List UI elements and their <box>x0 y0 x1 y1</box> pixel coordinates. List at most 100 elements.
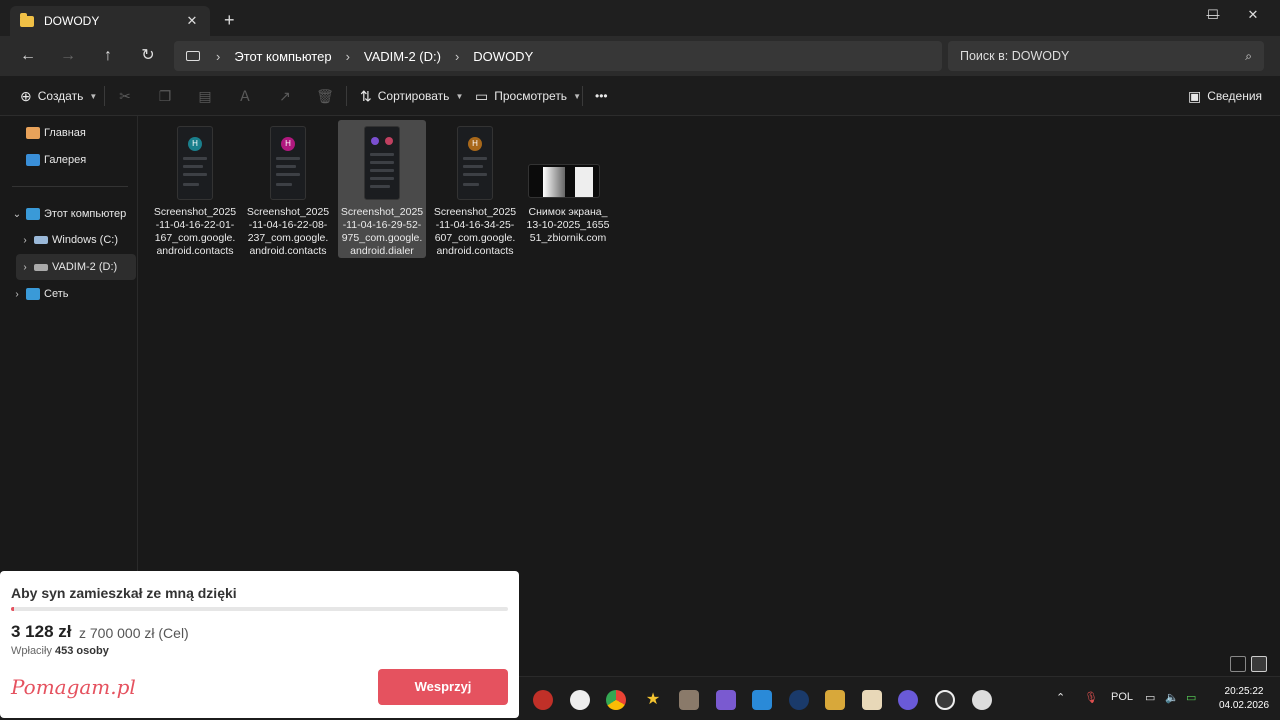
search-input[interactable]: Поиск в: DOWODY <box>960 49 1245 63</box>
star-icon[interactable]: ★ <box>643 690 663 710</box>
file-name: Screenshot_2025-11-04-16-29-52-975_com.g… <box>340 206 424 257</box>
chevron-right-icon[interactable]: › <box>16 235 34 246</box>
tab-dowody[interactable]: DOWODY ✕ <box>10 6 210 36</box>
chevron-right-icon[interactable]: › <box>8 289 26 300</box>
file-item[interactable]: H Screenshot_2025-11-04-16-22-08-237_com… <box>244 120 332 258</box>
view-label: Просмотреть <box>494 89 568 103</box>
refresh-button[interactable]: ↻ <box>136 44 160 68</box>
file-item[interactable]: H Screenshot_2025-11-04-16-34-25-607_com… <box>431 120 519 258</box>
chevron-right-icon: › <box>345 48 350 64</box>
file-item[interactable]: Снимок экрана_13-10-2025_165551_zbiornik… <box>524 120 612 258</box>
network-icon <box>26 288 40 300</box>
support-button[interactable]: Wesprzyj <box>378 669 508 705</box>
file-name: Screenshot_2025-11-04-16-22-08-237_com.g… <box>246 206 330 257</box>
create-button[interactable]: ⊕ Создать ▼ <box>20 86 97 106</box>
sort-label: Сортировать <box>377 89 450 103</box>
sort-button[interactable]: ⇅ Сортировать ▼ <box>360 86 463 106</box>
app-icon[interactable] <box>570 690 590 710</box>
battery-icon[interactable]: ▭ <box>1186 691 1196 704</box>
title-bar: DOWODY ✕ + — ☐ ✕ <box>0 0 1280 36</box>
image-thumbnail <box>364 126 400 200</box>
app-icon[interactable] <box>935 690 955 710</box>
app-icon[interactable] <box>825 690 845 710</box>
file-item[interactable]: H Screenshot_2025-11-04-16-22-01-167_com… <box>151 120 239 258</box>
avatar: H <box>281 137 295 151</box>
chevron-down-icon: ▼ <box>455 91 464 101</box>
chrome-icon[interactable] <box>606 690 626 710</box>
network-status-icon[interactable]: ▭ <box>1145 691 1155 704</box>
view-icon: ▭ <box>475 87 489 104</box>
app-icon[interactable] <box>716 690 736 710</box>
app-icon[interactable] <box>533 690 553 710</box>
donor-count: Wpłaciły 453 osoby <box>11 645 109 657</box>
plus-circle-icon: ⊕ <box>20 87 32 104</box>
sidebar-item-network[interactable]: › Сеть <box>8 281 136 307</box>
microphone-icon[interactable]: 🎙 <box>1084 691 1098 704</box>
details-label: Сведения <box>1207 89 1263 103</box>
progress-fill <box>11 607 14 611</box>
more-options-button[interactable]: ••• <box>595 86 608 106</box>
goal-amount: z 700 000 zł (Cel) <box>79 625 189 641</box>
avatar <box>371 137 379 145</box>
clock[interactable]: 20:25:22 04.02.2026 <box>1214 685 1274 713</box>
app-icon[interactable] <box>752 690 772 710</box>
back-button[interactable]: ← <box>16 44 40 68</box>
steam-icon[interactable] <box>789 690 809 710</box>
file-name: Screenshot_2025-11-04-16-34-25-607_com.g… <box>433 206 517 257</box>
language-indicator[interactable]: POL <box>1111 691 1133 703</box>
paste-icon[interactable]: ▤ <box>195 86 215 106</box>
copy-icon[interactable]: ❐ <box>155 86 175 106</box>
address-bar[interactable]: › Этот компьютер › VADIM-2 (D:) › DOWODY <box>174 41 942 71</box>
sidebar-item-gallery[interactable]: Галерея <box>8 147 136 173</box>
image-thumbnail: H <box>457 126 493 200</box>
sidebar-item-label: VADIM-2 (D:) <box>52 261 118 273</box>
sidebar-item-home[interactable]: Главная <box>8 120 136 146</box>
amount-raised: 3 128 zł <box>11 622 72 641</box>
image-thumbnail: H <box>177 126 213 200</box>
volume-icon[interactable]: 🔈 <box>1165 691 1179 704</box>
folder-icon <box>20 12 34 27</box>
computer-icon <box>186 51 200 61</box>
divider <box>582 86 583 106</box>
share-icon[interactable]: ↗ <box>275 86 295 106</box>
sort-icon: ⇅ <box>360 87 372 104</box>
view-button[interactable]: ▭ Просмотреть ▼ <box>475 86 581 106</box>
image-thumbnail: H <box>270 126 306 200</box>
sidebar-item-windows-c[interactable]: › Windows (C:) <box>16 227 136 253</box>
teams-icon[interactable] <box>898 690 918 710</box>
chevron-right-icon: › <box>216 48 221 64</box>
chevron-down-icon[interactable]: ⌄ <box>8 209 26 220</box>
app-icon[interactable] <box>862 690 882 710</box>
search-box[interactable]: Поиск в: DOWODY ⌕ <box>948 41 1264 71</box>
chevron-right-icon[interactable]: › <box>16 262 34 273</box>
pomagam-logo[interactable]: Pomagam.pl <box>11 675 136 699</box>
rename-icon[interactable]: Ａ <box>235 86 255 106</box>
drive-icon <box>34 236 48 244</box>
show-hidden-icons-icon[interactable]: ⌃ <box>1056 691 1065 704</box>
tab-title: DOWODY <box>44 14 100 28</box>
cut-icon[interactable]: ✂ <box>115 86 135 106</box>
sidebar-item-this-pc[interactable]: ⌄ Этот компьютер <box>8 201 136 227</box>
close-window-button[interactable]: ✕ <box>1233 4 1273 26</box>
file-item-selected[interactable]: Screenshot_2025-11-04-16-29-52-975_com.g… <box>338 120 426 258</box>
forward-button[interactable]: → <box>56 44 80 68</box>
maximize-button[interactable]: ☐ <box>1193 4 1233 26</box>
sidebar-item-label: Этот компьютер <box>44 208 127 220</box>
breadcrumb-folder[interactable]: DOWODY <box>473 49 533 64</box>
new-tab-button[interactable]: + <box>224 10 235 31</box>
computer-icon <box>26 208 40 220</box>
large-icons-view-icon[interactable] <box>1251 656 1267 672</box>
clock-app-icon[interactable] <box>972 690 992 710</box>
sidebar-item-label: Windows (C:) <box>52 234 119 246</box>
breadcrumb-drive[interactable]: VADIM-2 (D:) <box>364 49 441 64</box>
details-view-icon[interactable] <box>1230 656 1246 672</box>
app-icon[interactable] <box>679 690 699 710</box>
up-button[interactable]: ↑ <box>96 44 120 68</box>
breadcrumb-computer[interactable]: Этот компьютер <box>234 49 331 64</box>
sidebar-item-vadim-d[interactable]: › VADIM-2 (D:) <box>16 254 136 280</box>
delete-icon[interactable]: 🗑 <box>315 86 335 106</box>
close-tab-icon[interactable]: ✕ <box>184 13 200 29</box>
divider <box>104 86 105 106</box>
search-icon: ⌕ <box>1245 48 1252 63</box>
details-pane-button[interactable]: ▣ Сведения <box>1188 86 1262 106</box>
